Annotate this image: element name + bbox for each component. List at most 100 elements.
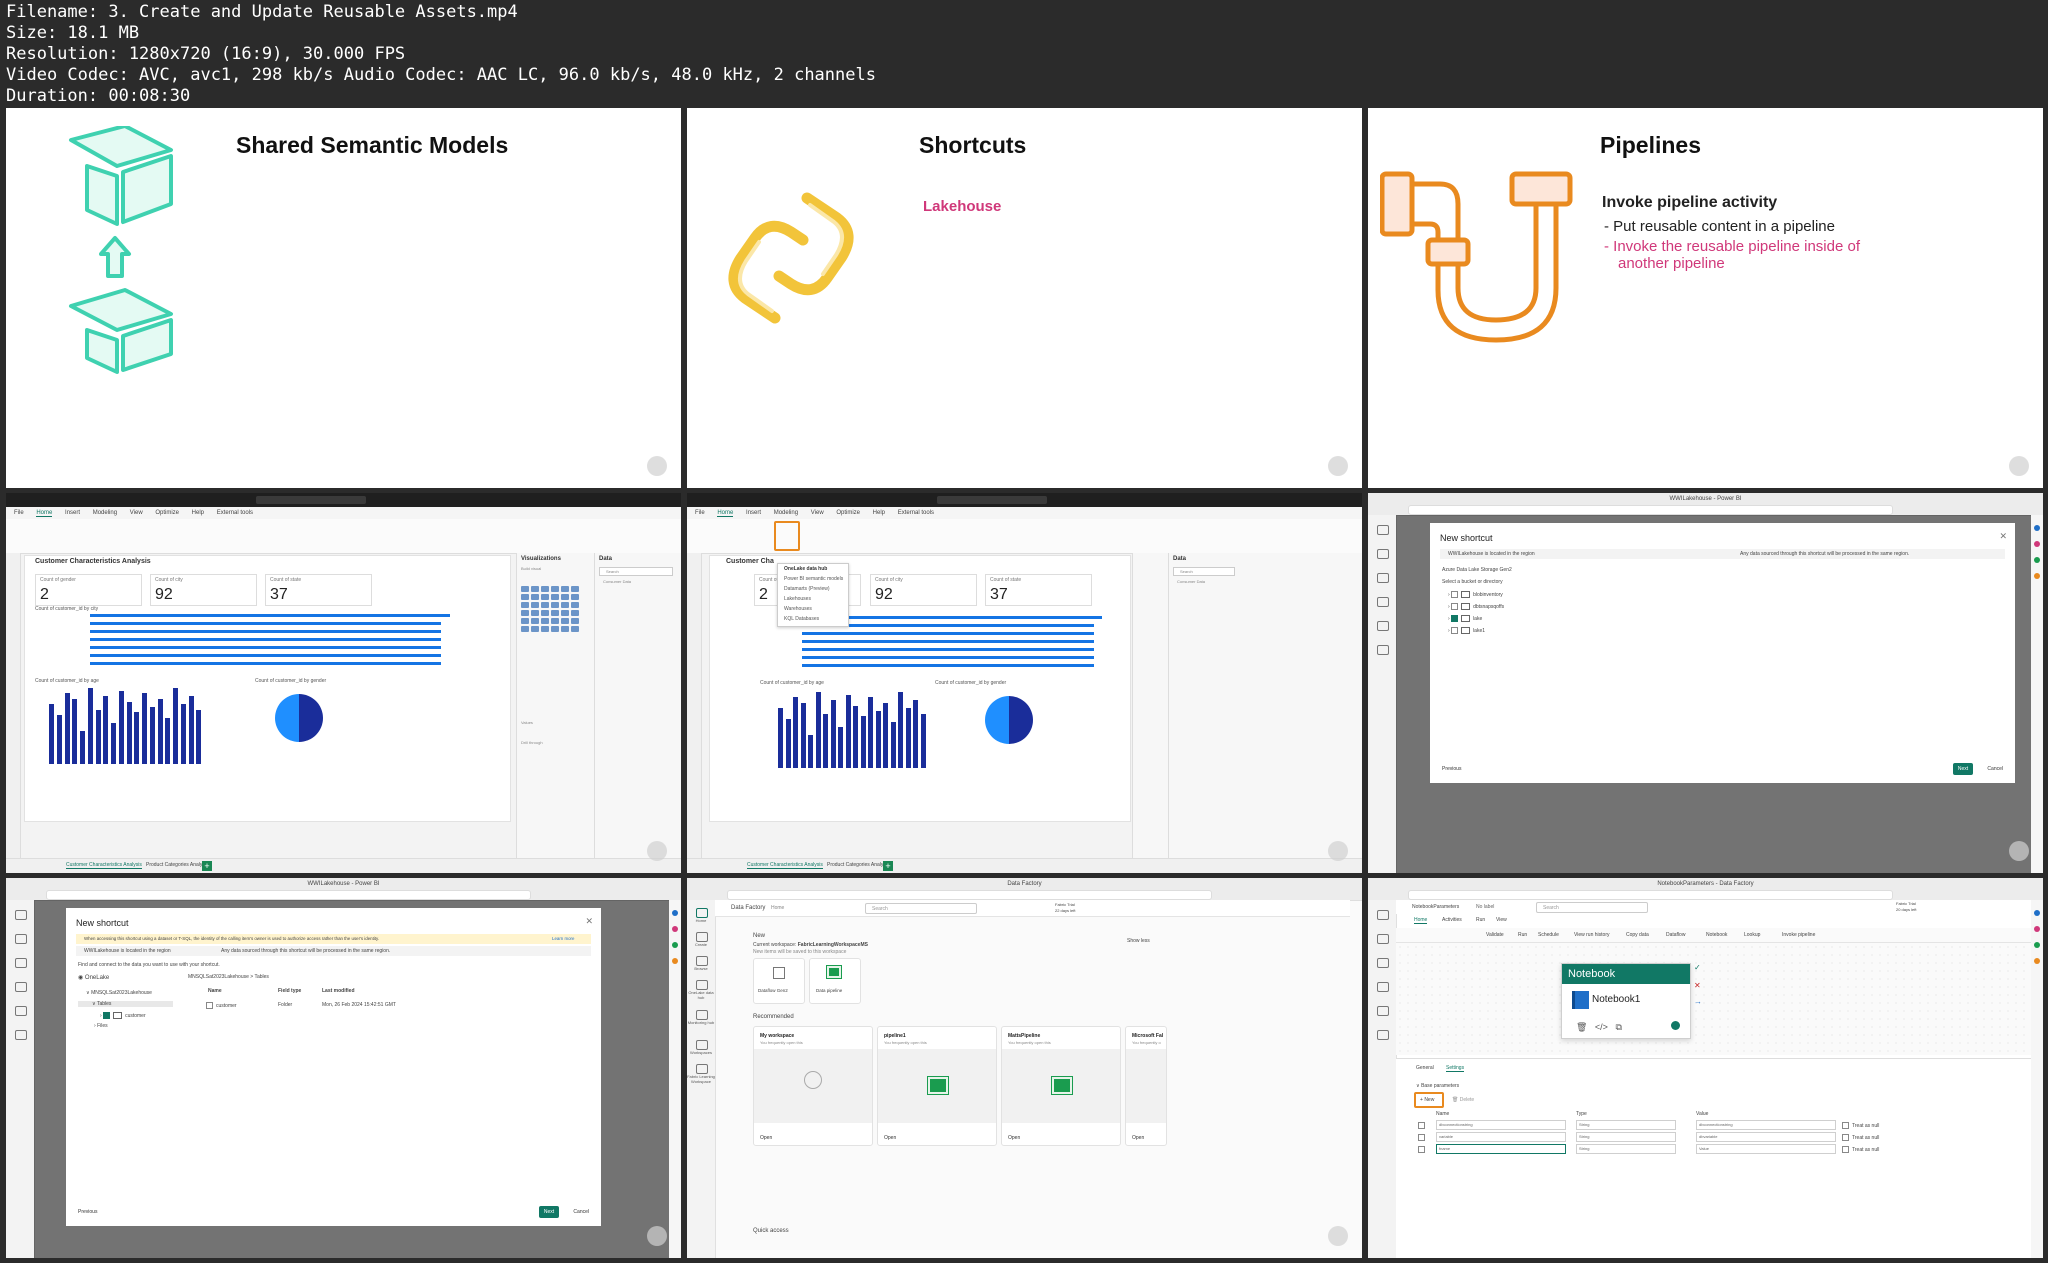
folder-row[interactable]: › dbtsnapsqoffs — [1448, 603, 1504, 610]
toolbar-button[interactable]: Dataflow — [1666, 932, 1685, 938]
gender-pie[interactable] — [275, 694, 323, 742]
param-type-select[interactable]: String — [1576, 1144, 1676, 1154]
menu-item[interactable]: View — [130, 510, 143, 516]
thumb-notebook-pipeline[interactable]: NotebookParameters - Data Factory Notebo… — [1368, 878, 2043, 1258]
age-column[interactable] — [158, 699, 163, 764]
search-input[interactable]: Search — [1536, 902, 1648, 913]
panel-tab[interactable]: General — [1416, 1065, 1434, 1071]
view-switcher[interactable] — [6, 553, 21, 859]
param-value-input[interactable]: Value — [1696, 1144, 1836, 1154]
age-column[interactable] — [80, 731, 85, 764]
menu-item[interactable]: Optimize — [155, 510, 179, 516]
age-column[interactable] — [111, 723, 116, 764]
show-less-link[interactable]: Show less — [1127, 938, 1150, 944]
page-tab[interactable]: Product Categories Analysis — [827, 862, 890, 868]
onelake-icon[interactable] — [696, 980, 708, 990]
age-column[interactable] — [103, 696, 108, 764]
menu-item[interactable]: Home — [36, 510, 53, 517]
table-item[interactable]: Consumer Data — [603, 579, 631, 584]
success-path-icon[interactable]: ✓ — [1694, 963, 1701, 972]
age-column[interactable] — [808, 735, 813, 768]
age-column[interactable] — [196, 710, 201, 764]
treat-null[interactable]: Treat as null — [1842, 1122, 1879, 1129]
age-column[interactable] — [165, 718, 170, 764]
age-column[interactable] — [861, 716, 866, 768]
recommended-card[interactable]: pipeline1 You frequently open this Open — [877, 1026, 997, 1146]
next-button[interactable]: Next — [539, 1206, 559, 1218]
address-bar[interactable] — [727, 890, 1212, 900]
dropdown-item[interactable]: Power BI semantic models — [778, 574, 848, 584]
sensitivity-label[interactable]: No label — [1476, 904, 1494, 910]
monitor-icon[interactable] — [696, 1010, 708, 1020]
thumb-semantic-models[interactable]: Shared Semantic Models — [6, 108, 681, 488]
search-box[interactable] — [256, 496, 366, 504]
home-icon[interactable] — [696, 908, 708, 918]
row-checkbox[interactable] — [1418, 1122, 1425, 1129]
pipeline-canvas[interactable]: Notebook Notebook1 🗑 </> ⧉ ✓ ✕ → — [1396, 943, 2031, 1055]
toolbar-button[interactable]: Invoke pipeline — [1782, 932, 1815, 938]
thumb-powerbi-desktop[interactable]: File Home Insert Modeling View Optimize … — [6, 493, 681, 873]
age-column[interactable] — [921, 714, 926, 768]
toolbar-button[interactable]: Copy data — [1626, 932, 1649, 938]
panel-tab[interactable]: Settings — [1446, 1065, 1465, 1072]
previous-button[interactable]: Previous — [78, 1206, 97, 1218]
next-button[interactable]: Next — [1953, 763, 1973, 775]
kpi-card-state[interactable]: Count of state 37 — [265, 574, 372, 606]
kpi-card-gender[interactable]: Count of gender 2 — [35, 574, 142, 606]
address-bar[interactable] — [46, 890, 531, 900]
age-column[interactable] — [88, 688, 93, 764]
folder-row[interactable]: › lake — [1448, 615, 1482, 622]
tree-node[interactable]: › customer — [100, 1012, 146, 1019]
age-column[interactable] — [846, 695, 851, 768]
new-item-card[interactable]: Dataflow Gen2 — [753, 958, 805, 1004]
search-box[interactable] — [937, 496, 1047, 504]
search-input[interactable]: Search — [865, 903, 977, 914]
previous-button[interactable]: Previous — [1442, 763, 1461, 775]
card-action[interactable]: Open — [1008, 1135, 1020, 1141]
menu-item[interactable]: File — [14, 510, 24, 516]
age-column[interactable] — [876, 711, 881, 768]
dropdown-item[interactable]: Datamarts (Preview) — [778, 584, 848, 594]
delete-button[interactable]: 🗑 Delete — [1452, 1097, 1474, 1103]
create-icon[interactable] — [15, 934, 27, 944]
toolbar-button[interactable]: View run history — [1574, 932, 1609, 938]
age-column[interactable] — [96, 710, 101, 764]
onelake-icon[interactable] — [15, 982, 27, 992]
notebook-activity[interactable]: Notebook Notebook1 🗑 </> ⧉ — [1561, 963, 1691, 1039]
monitor-icon[interactable] — [15, 1006, 27, 1016]
param-value-input[interactable]: dbvariable — [1696, 1132, 1836, 1142]
age-column-chart[interactable] — [49, 688, 204, 764]
age-column[interactable] — [831, 700, 836, 768]
age-column[interactable] — [868, 697, 873, 768]
workspaces-icon[interactable] — [1377, 1030, 1389, 1040]
close-icon[interactable]: ✕ — [1999, 531, 2007, 542]
menu-item[interactable]: External tools — [217, 510, 253, 516]
thumb-powerbi-onelake[interactable]: File Home Insert Modeling View Optimize … — [687, 493, 1362, 873]
page-tab[interactable]: Product Categories Analysis — [146, 862, 209, 868]
menu-item[interactable]: View — [811, 510, 824, 516]
age-column[interactable] — [786, 719, 791, 768]
add-page-button[interactable]: + — [883, 861, 893, 871]
age-column[interactable] — [838, 727, 843, 768]
ribbon-tab[interactable]: Activities — [1442, 917, 1462, 923]
toolbar-button[interactable]: Schedule — [1538, 932, 1559, 938]
folder-row[interactable]: › blobinventory — [1448, 591, 1503, 598]
age-column[interactable] — [913, 700, 918, 768]
menu-item[interactable]: Help — [192, 510, 204, 516]
menu-item[interactable]: Modeling — [774, 510, 798, 516]
card-action[interactable]: Open — [884, 1135, 896, 1141]
cancel-button[interactable]: Cancel — [1987, 763, 2003, 775]
home-icon[interactable] — [1377, 525, 1389, 535]
thumb-shortcuts[interactable]: Shortcuts Lakehouse — [687, 108, 1362, 488]
thumb-data-factory-home[interactable]: Data Factory Home Create Browse OneLake … — [687, 878, 1362, 1258]
age-column[interactable] — [142, 693, 147, 764]
visualizations-pane-collapsed[interactable] — [1132, 553, 1168, 859]
age-column[interactable] — [65, 693, 70, 764]
toolbar-button[interactable]: Validate — [1486, 932, 1504, 938]
home-icon[interactable] — [15, 910, 27, 920]
menu-item[interactable]: Optimize — [836, 510, 860, 516]
cancel-button[interactable]: Cancel — [573, 1206, 589, 1218]
card-action[interactable]: Open — [760, 1135, 772, 1141]
city-bar[interactable] — [90, 630, 441, 633]
new-item-card[interactable]: Data pipeline — [809, 958, 861, 1004]
